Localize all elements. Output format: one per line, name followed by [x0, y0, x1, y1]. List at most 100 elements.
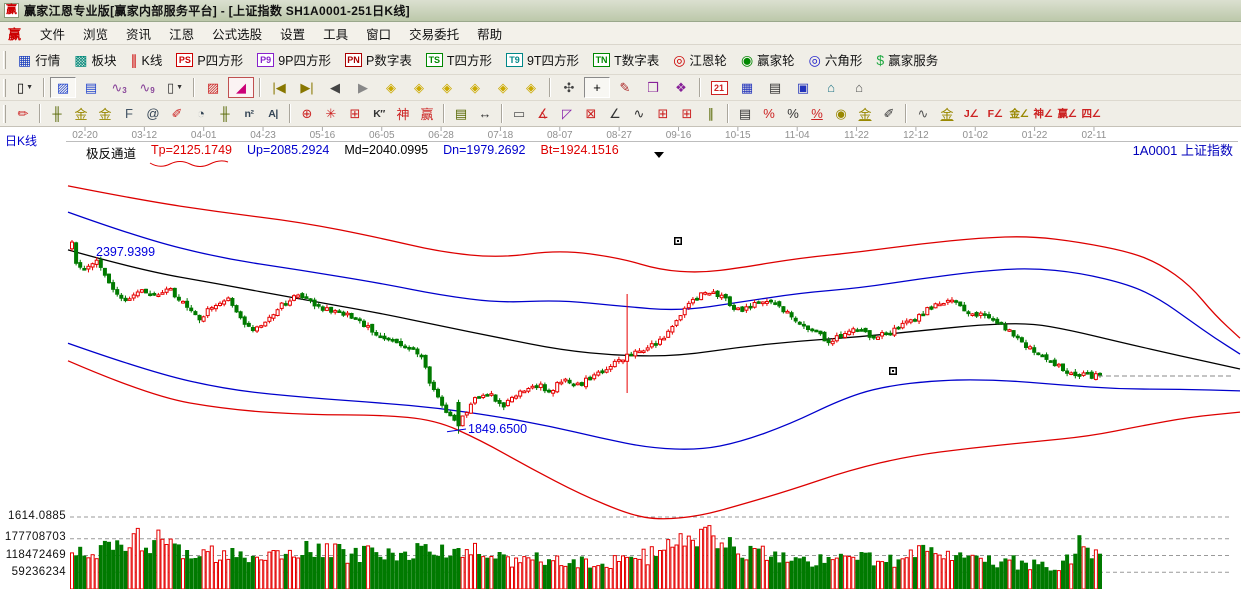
marker-pen-icon[interactable]: ✐: [165, 103, 189, 124]
stats-list-icon[interactable]: ▤: [733, 103, 757, 124]
quotes-button[interactable]: ▦行情: [11, 48, 67, 71]
workstation-icon[interactable]: ⌂: [846, 77, 872, 98]
gold-circle-icon[interactable]: ◉: [829, 103, 853, 124]
menu-item-news[interactable]: 资讯: [117, 21, 160, 46]
menu-item-gann[interactable]: 江恩: [160, 21, 203, 46]
percent-line-icon[interactable]: %: [805, 103, 829, 124]
spiral-icon[interactable]: @: [141, 103, 165, 124]
pan-hand-icon[interactable]: ✣: [556, 77, 582, 98]
chart-9-periods-icon[interactable]: ∿9: [134, 77, 160, 98]
compress-h-icon[interactable]: ◈: [462, 77, 488, 98]
circle-cross-icon[interactable]: ⊕: [295, 103, 319, 124]
p-table-button[interactable]: PNP数字表: [338, 48, 419, 71]
web-chart-icon[interactable]: ❖: [668, 77, 694, 98]
rect-select-icon[interactable]: ▭: [507, 103, 531, 124]
expand-all-icon[interactable]: ◈: [518, 77, 544, 98]
scroll-left-icon[interactable]: ◀: [322, 77, 348, 98]
toolbar-grip[interactable]: [3, 79, 6, 97]
notes-icon[interactable]: ▤: [762, 77, 788, 98]
candle-style-dropdown[interactable]: ▯▼: [12, 77, 38, 98]
t-table-button[interactable]: TNT数字表: [586, 48, 666, 71]
zigzag-icon[interactable]: ∿: [627, 103, 651, 124]
width-measure-icon[interactable]: ↔: [473, 103, 497, 124]
k-mark-icon[interactable]: K″: [367, 103, 391, 124]
region-overview-icon[interactable]: ▨: [50, 77, 76, 98]
percent-icon[interactable]: %: [781, 103, 805, 124]
brush-icon[interactable]: ✏: [11, 103, 35, 124]
gold-underline-icon[interactable]: 金: [853, 103, 877, 124]
winner-service-button[interactable]: $赢家服务: [869, 48, 945, 71]
grid-target-icon[interactable]: ⊞: [343, 103, 367, 124]
title-bar[interactable]: 赢 赢家江恩专业版[赢家内部服务平台] - [上证指数 SH1A0001-251…: [0, 0, 1241, 22]
toolbar-grip[interactable]: [3, 51, 6, 69]
gann-fan-box-icon[interactable]: ◸: [555, 103, 579, 124]
si-angle-icon[interactable]: 四∠: [1079, 103, 1103, 124]
wave-overlay-icon[interactable]: ∿: [911, 103, 935, 124]
red-grid-2-icon[interactable]: ⊞: [675, 103, 699, 124]
speed-lines-icon[interactable]: ∠: [603, 103, 627, 124]
last-page-icon[interactable]: ▶|: [294, 77, 320, 98]
crosshair-icon[interactable]: +: [584, 77, 610, 98]
j-angle-icon[interactable]: J∠: [959, 103, 983, 124]
map-overlay-icon[interactable]: ▨: [200, 77, 226, 98]
p-square-button[interactable]: PSP四方形: [169, 48, 250, 71]
cycle-clock-icon[interactable]: ◔: [189, 103, 213, 124]
9t-square-button[interactable]: T99T四方形: [499, 48, 586, 71]
price-ruler-icon[interactable]: ╫: [213, 103, 237, 124]
first-page-icon[interactable]: |◀: [266, 77, 292, 98]
text-note-icon[interactable]: A|: [261, 103, 285, 124]
gold-angle-icon[interactable]: 金∠: [1007, 103, 1031, 124]
t-square-button[interactable]: TST四方形: [419, 48, 499, 71]
measure-pen-icon[interactable]: ✐: [877, 103, 901, 124]
n-square-icon[interactable]: n²: [237, 103, 261, 124]
kline-chart[interactable]: 02-2003-1204-0104-2305-1606-0506-2807-18…: [0, 127, 1241, 589]
gold-ratio-icon[interactable]: 金: [69, 103, 93, 124]
kline-button[interactable]: ∥K线: [124, 48, 170, 71]
gann-wheel-button[interactable]: ◎江恩轮: [666, 48, 734, 71]
menu-item-help[interactable]: 帮助: [468, 21, 511, 46]
menu-item-formula-picker[interactable]: 公式选股: [203, 21, 271, 46]
shen-tool-icon[interactable]: 神: [391, 103, 415, 124]
expand-h-icon[interactable]: ◈: [434, 77, 460, 98]
gann-tool-icon[interactable]: ❒: [640, 77, 666, 98]
menu-item-settings[interactable]: 设置: [271, 21, 314, 46]
toolbar-grip[interactable]: [3, 105, 6, 123]
menu-item-trade[interactable]: 交易委托: [400, 21, 468, 46]
9p-square-button[interactable]: P99P四方形: [250, 48, 338, 71]
starburst-icon[interactable]: ✳: [319, 103, 343, 124]
info-document-icon[interactable]: ▤: [78, 77, 104, 98]
calendar-icon[interactable]: 21: [706, 77, 732, 98]
shen-angle-icon[interactable]: 神∠: [1031, 103, 1055, 124]
time-ruler-icon[interactable]: ╫: [45, 103, 69, 124]
gold-grid-icon[interactable]: 金: [93, 103, 117, 124]
chart-3-periods-icon[interactable]: ∿3: [106, 77, 132, 98]
gann-fan-grid-icon[interactable]: ⊠: [579, 103, 603, 124]
percent-change-icon[interactable]: %: [757, 103, 781, 124]
parallel-lines-icon[interactable]: ∥: [699, 103, 723, 124]
calculator-icon[interactable]: ▦: [734, 77, 760, 98]
send-report-icon[interactable]: ⌂: [818, 77, 844, 98]
ying-angle-icon[interactable]: 赢∠: [1055, 103, 1079, 124]
gold-line-icon[interactable]: 金: [935, 103, 959, 124]
save-icon[interactable]: ▣: [790, 77, 816, 98]
compress-all-icon[interactable]: ◈: [490, 77, 516, 98]
scroll-right-icon[interactable]: ▶: [350, 77, 376, 98]
menu-item-tools[interactable]: 工具: [314, 21, 357, 46]
zoom-left-icon[interactable]: ◈: [378, 77, 404, 98]
volume-profile-icon[interactable]: ◢: [228, 77, 254, 98]
fibonacci-ruler-icon[interactable]: F: [117, 103, 141, 124]
sectors-button[interactable]: ▩板块: [67, 48, 123, 71]
gann-fan-icon[interactable]: ∡: [531, 103, 555, 124]
ruler-123-icon[interactable]: ▤: [449, 103, 473, 124]
red-grid-icon[interactable]: ⊞: [651, 103, 675, 124]
menu-item-file[interactable]: 文件: [31, 21, 74, 46]
menu-item-browse[interactable]: 浏览: [74, 21, 117, 46]
hexagon-button[interactable]: ◎六角形: [802, 48, 870, 71]
menu-item-window[interactable]: 窗口: [357, 21, 400, 46]
ying-tool-icon[interactable]: 赢: [415, 103, 439, 124]
single-candle-dropdown[interactable]: ▯▼: [162, 77, 188, 98]
f-angle-icon[interactable]: F∠: [983, 103, 1007, 124]
zoom-right-icon[interactable]: ◈: [406, 77, 432, 98]
winner-wheel-button[interactable]: ◉赢家轮: [734, 48, 802, 71]
pointer-tag-icon[interactable]: ✎: [612, 77, 638, 98]
